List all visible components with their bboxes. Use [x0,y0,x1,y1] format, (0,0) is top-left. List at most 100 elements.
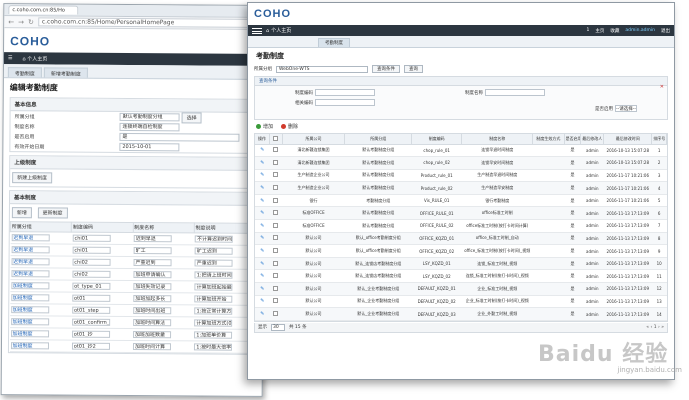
edit-icon[interactable]: ✎ [260,160,264,166]
pagination-controls[interactable]: « ‹ 1 › » [646,325,664,330]
edit-icon[interactable]: ✎ [260,261,264,267]
cell-input[interactable]: 加班申请确认 [133,271,172,279]
back-browser-tab[interactable]: c.coho.com.cn:85/Ho [8,5,79,15]
table-row[interactable]: ✎ 默认公司 默认_office考勤制度分组 OFFICE_KQZD_02 office… [255,244,667,258]
cell-input[interactable]: 旷工迟到 [194,247,233,255]
new-parent-button[interactable]: 新建上级制度 [12,172,53,184]
group-field[interactable]: 默认考勤制度分组 [119,112,180,122]
table-row[interactable]: ✎ 默认公司 默认_连锁店考勤制度分组 LSY_KQZD_02 连锁_标准工时制(按打卡… [255,269,667,284]
cell-input[interactable]: 加班制度 [10,282,49,290]
front-nav-home[interactable]: ⌂ 个人主页 [266,27,291,35]
add-rule-button[interactable]: 新增 [11,207,32,219]
row-checkbox[interactable] [273,311,279,317]
row-checkbox[interactable] [273,222,279,228]
table-row[interactable]: ✎ 默认公司 默认_企业考勤制度分组 DEFAULT_KQZD_01 企业_标准工时制_… [255,282,667,296]
cell-input[interactable]: 加班时间计算 [132,343,172,351]
cell-input[interactable]: 加班制度 [10,342,49,350]
table-row[interactable]: ✎ 默认公司 默认_企业考勤制度分组 DEFAULT_KQZD_02 企业_标准工时制(… [255,295,667,309]
row-checkbox[interactable] [273,298,279,304]
cell-input[interactable]: 1:把请上班时间并加请 [194,271,233,279]
cell-input[interactable]: 1:按正常计算方式 [194,307,233,315]
forward-arrow-icon[interactable]: → [18,18,24,26]
row-checkbox[interactable] [273,185,279,191]
col-header[interactable]: 所属分组 [344,134,413,145]
row-checkbox[interactable] [273,210,279,216]
nav-home-link[interactable]: 主页 [595,28,604,34]
row-checkbox[interactable] [273,147,279,153]
group-select[interactable]: WebOne-WTS [276,65,368,73]
related-code-input[interactable] [315,99,375,106]
cell-input[interactable]: ot01_confirm_mode [71,318,110,326]
col-header[interactable]: 排序号 [651,134,667,145]
back-tab-0[interactable]: 考勤制度 [7,67,42,78]
nav-favorites-link[interactable]: 收藏 [610,28,619,34]
cell-input[interactable]: 迟到早退 [11,258,50,266]
back-url-field[interactable]: c.coho.com.cn:85/Home/PersonalHomePage [37,17,261,28]
edit-icon[interactable]: ✎ [260,185,264,191]
hamburger-icon[interactable] [252,27,262,34]
table-row[interactable]: ✎ 默认公司 默认_office考勤制度分组 OFFICE_KQZD_01 office… [255,232,667,246]
table-row[interactable]: ✎ 标准OFFICE 默认考勤制度分组 OFFICE_RULE_02 office标准工… [255,219,667,233]
advanced-search-header[interactable]: 查询条件 [255,77,667,86]
edit-icon[interactable]: ✎ [260,198,264,204]
cell-input[interactable]: 1:按时最大倍率 [194,343,233,351]
col-header[interactable]: 最后修改人 [580,134,605,145]
col-header[interactable]: 最后修改时间 [603,134,653,145]
cell-input[interactable]: ot01_抄 [71,330,110,338]
edit-icon[interactable]: ✎ [260,248,264,254]
cell-input[interactable]: 加班失效记录 [133,283,172,291]
table-row[interactable]: ✎ 默认公司 默认_连锁店考勤制度分组 LSY_KQZD_01 连锁_标准工时制_视频 是… [255,257,667,271]
edit-icon[interactable]: ✎ [260,286,264,292]
table-row[interactable]: ✎ 银行 考勤制度分组 Vis_RULE_01 银行考勤制度 是 admin 2016-11-… [255,194,667,208]
logout-link[interactable]: 退出 [661,28,670,34]
enabled-select[interactable]: 是 [119,132,240,142]
select-all-checkbox[interactable] [273,135,279,141]
edit-icon[interactable]: ✎ [260,273,264,279]
table-row[interactable]: ✎ 标准OFFICE 默认考勤制度分组 OFFICE_RULE_01 office标准工… [255,206,667,221]
cell-input[interactable]: 计算加班开始 [194,295,233,303]
cell-input[interactable]: 加班加班数量 [133,331,172,339]
row-checkbox[interactable] [273,248,279,254]
enabled-select[interactable]: --请选择-- [615,105,637,112]
menu-icon[interactable]: ☰ [8,55,13,61]
cell-input[interactable]: 旷工 [133,247,172,255]
back-arrow-icon[interactable]: ← [8,18,14,26]
edit-icon[interactable]: ✎ [260,147,264,153]
table-row[interactable]: ✎ 默认公司 默认_企业考勤制度分组 DEFAULT_KQZD_03 企业_外勤工时制_… [255,307,667,321]
cell-input[interactable]: 加班时间算法 [133,319,172,327]
cell-input[interactable]: 1:加班单价算 [194,331,233,339]
cell-input[interactable]: ot_type_01 [72,282,111,290]
cell-input[interactable]: 计算加班起始最早从160条开始 [194,283,233,291]
cell-input[interactable]: 迟到早退 [11,234,50,242]
cell-input[interactable]: chi01 [72,246,111,254]
edit-icon[interactable]: ✎ [260,210,264,216]
condition-dropdown[interactable]: 查询条件 [372,65,400,73]
row-checkbox[interactable] [273,197,279,203]
edit-icon[interactable]: ✎ [260,311,264,317]
cell-input[interactable]: 严重迟到 [194,259,233,267]
edit-icon[interactable]: ✎ [260,172,264,178]
col-header[interactable]: 是否启用 [564,134,582,145]
row-checkbox[interactable] [273,159,279,165]
col-header[interactable]: 制度名称 [461,134,534,145]
table-row[interactable]: ✎ 清北新疆连锁集团 默认考勤制度分组 chop_rule_01 连锁早退时间制度 是 ad… [255,144,667,158]
col-header[interactable] [269,134,283,145]
update-rule-button[interactable]: 更新制度 [37,207,68,219]
cell-input[interactable]: chi02 [72,270,111,278]
cell-input[interactable]: 迟到早退 [133,235,172,243]
table-row[interactable]: ✎ 生产制造企业公司 默认考勤制度分组 Product_rule_02 生产制造早安制度… [255,181,667,195]
cell-input[interactable]: chi01 [72,234,111,242]
col-header[interactable]: 所属公司 [282,134,346,145]
cell-input[interactable]: ot01_step [71,306,111,314]
cell-input[interactable]: ot01 [72,294,111,302]
cell-input[interactable]: 迟到早退 [10,270,50,278]
notification-count[interactable]: 1 [586,28,589,33]
row-checkbox[interactable] [273,260,279,266]
cell-input[interactable]: 迟到早退 [11,246,50,254]
search-button[interactable]: 查询 [404,65,423,73]
name-field[interactable]: 连锁终端自检制度 [119,122,180,132]
col-header[interactable]: 操作 [255,134,271,145]
add-button[interactable]: 增加 [256,123,273,130]
row-checkbox[interactable] [273,285,279,291]
row-checkbox[interactable] [273,172,279,178]
